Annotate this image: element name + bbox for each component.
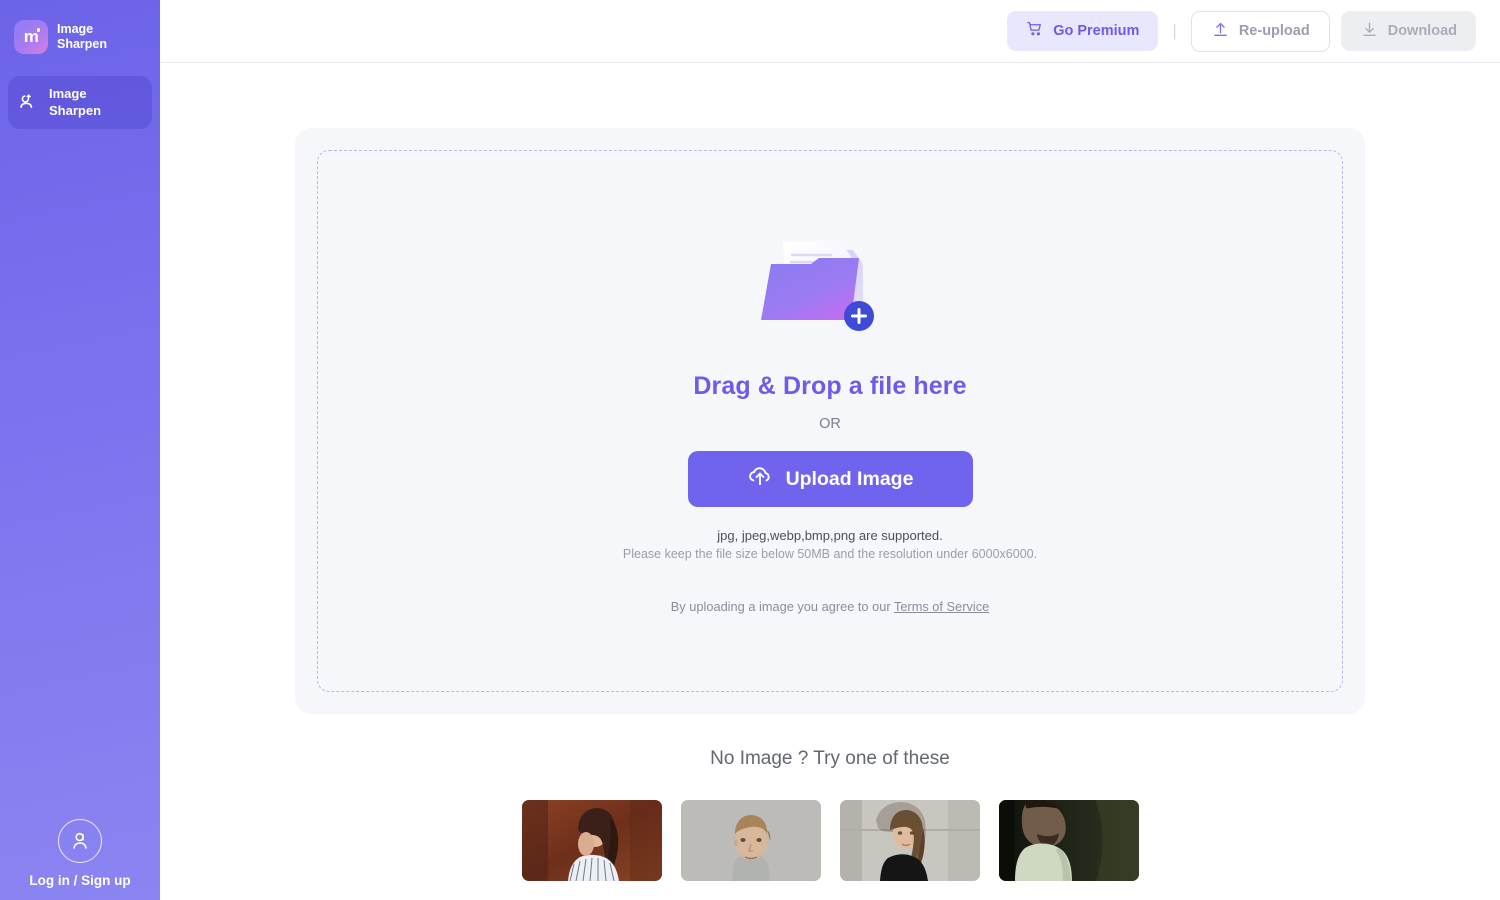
download-icon (1360, 20, 1379, 43)
download-button[interactable]: Download (1340, 11, 1476, 51)
terms-prefix: By uploading a image you agree to our (670, 599, 894, 614)
sidebar-nav: Image Sharpen (8, 76, 152, 129)
file-size-hint: Please keep the file size below 50MB and… (622, 547, 1038, 561)
main-area: Go Premium | Re-upload Download Drag & D… (160, 0, 1500, 900)
sharpen-portrait-icon (18, 92, 40, 114)
sample-images-row (521, 800, 1139, 881)
sidebar-item-image-sharpen[interactable]: Image Sharpen (8, 76, 152, 129)
sample-woman-black-top-concrete[interactable] (839, 800, 980, 881)
topbar-separator: | (1172, 21, 1177, 40)
upload-arrow-icon (1211, 20, 1230, 43)
sample-man-dark-moody-sage[interactable] (998, 800, 1139, 881)
content: Drag & Drop a file here OR Upload Image (160, 63, 1500, 900)
go-premium-label: Go Premium (1053, 23, 1140, 39)
sidebar: m Image Sharpen Image Sharpen Log in / S… (0, 0, 160, 900)
sample-woman-curly-hair-red-wood[interactable] (521, 800, 662, 881)
upload-card: Drag & Drop a file here OR Upload Image (295, 128, 1365, 714)
dropzone[interactable]: Drag & Drop a file here OR Upload Image (317, 150, 1343, 692)
sample-man-grey-background[interactable] (680, 800, 821, 881)
reupload-label: Re-upload (1238, 23, 1310, 39)
app-logo-icon: m (14, 20, 48, 54)
upload-image-button[interactable]: Upload Image (687, 451, 973, 507)
topbar: Go Premium | Re-upload Download (160, 0, 1500, 63)
folder-add-illustration (755, 228, 905, 348)
brand: m Image Sharpen (0, 20, 160, 54)
user-avatar-icon (58, 819, 102, 863)
upload-image-label: Upload Image (785, 467, 914, 490)
sidebar-item-label: Image Sharpen (49, 86, 102, 118)
app-root: m Image Sharpen Image Sharpen Log in / S… (0, 0, 1500, 900)
reupload-button[interactable]: Re-upload (1190, 10, 1330, 52)
go-premium-button[interactable]: Go Premium (1007, 11, 1159, 51)
download-label: Download (1387, 23, 1457, 39)
logo-dot (36, 28, 40, 32)
dropzone-title: Drag & Drop a file here (693, 372, 967, 400)
terms-of-service-link[interactable]: Terms of Service (894, 599, 989, 614)
supported-formats-hint: jpg, jpeg,webp,bmp,png are supported. (717, 528, 943, 543)
brand-title: Image Sharpen (57, 22, 108, 51)
cart-icon (1026, 20, 1044, 42)
login-signup-label: Log in / Sign up (29, 873, 131, 888)
login-signup-button[interactable]: Log in / Sign up (0, 819, 160, 888)
terms-notice: By uploading a image you agree to our Te… (671, 599, 989, 614)
cloud-upload-icon (747, 463, 773, 495)
dropzone-or-label: OR (819, 416, 841, 432)
samples-title: No Image ? Try one of these (710, 748, 950, 769)
